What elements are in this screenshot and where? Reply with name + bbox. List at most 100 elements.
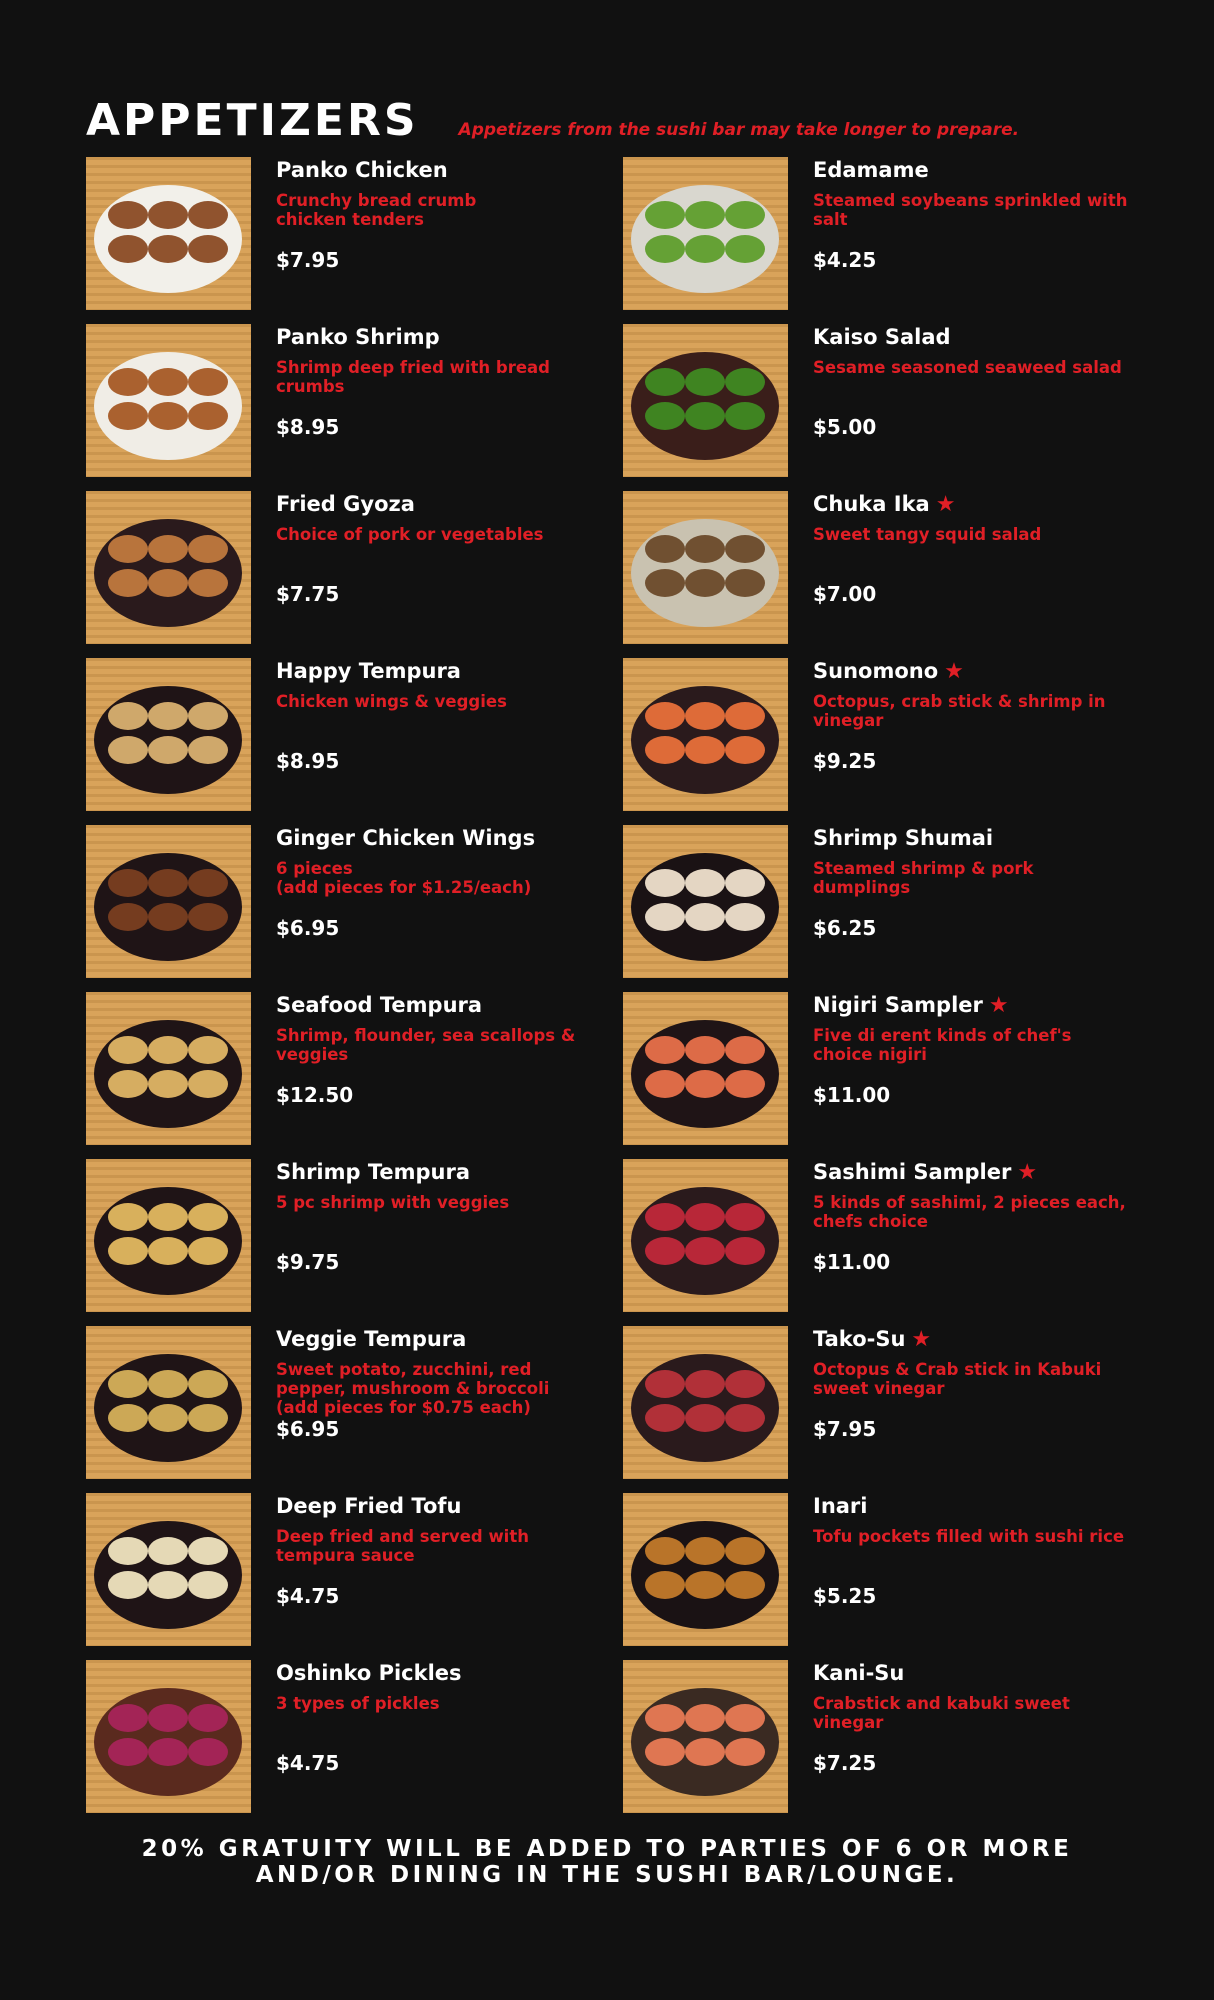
item-name: Ginger Chicken Wings	[276, 826, 535, 850]
menu-item: Deep Fried Tofu Deep fried and served wit…	[86, 1493, 623, 1660]
item-name-text: Oshinko Pickles	[276, 1661, 462, 1685]
veggie-tempura-photo	[86, 1326, 251, 1479]
menu-item: Chuka Ika ★ Sweet tangy squid salad $7.00	[623, 491, 1123, 658]
item-price: $11.00	[813, 1250, 891, 1274]
item-name: Sashimi Sampler ★	[813, 1160, 1037, 1185]
menu-item: Sunomono ★ Octopus, crab stick & shrimp in…	[623, 658, 1123, 825]
star-icon: ★	[988, 993, 1009, 1018]
item-name: Tako-Su ★	[813, 1327, 931, 1352]
item-name: Sunomono ★	[813, 659, 964, 684]
kaiso-salad-photo	[623, 324, 788, 477]
item-name: Chuka Ika ★	[813, 492, 955, 517]
item-price: $5.00	[813, 415, 877, 439]
item-description: Crunchy bread crumb chicken tenders	[276, 191, 477, 229]
menu-item: Ginger Chicken Wings 6 pieces (add pieces…	[86, 825, 623, 992]
page-title: APPETIZERS	[86, 95, 419, 146]
item-name-text: Shrimp Tempura	[276, 1160, 471, 1184]
item-price: $8.95	[276, 749, 340, 773]
item-price: $7.25	[813, 1751, 877, 1775]
menu-item: Nigiri Sampler ★ Five di erent kinds of ch…	[623, 992, 1123, 1159]
star-icon: ★	[944, 659, 964, 684]
star-icon: ★	[935, 492, 956, 517]
item-name-text: Sashimi Sampler	[813, 1160, 1012, 1184]
item-name-text: Veggie Tempura	[276, 1327, 467, 1351]
item-price: $7.00	[813, 582, 877, 606]
item-price: $11.00	[813, 1083, 891, 1107]
item-description: Shrimp deep fried with bread crumbs	[276, 358, 550, 396]
item-description: Shrimp, flounder, sea scallops & veggies	[276, 1026, 576, 1064]
page-subtitle: Appetizers from the sushi bar may take l…	[458, 120, 1020, 140]
item-description: Sesame seasoned seaweed salad	[813, 358, 1122, 377]
deep-fried-tofu-photo	[86, 1493, 251, 1646]
item-name: Shrimp Shumai	[813, 826, 993, 850]
kani-su-photo	[623, 1660, 788, 1813]
item-name-text: Chuka Ika	[813, 492, 930, 516]
item-name-text: Happy Tempura	[276, 659, 461, 683]
sashimi-sampler-photo	[623, 1159, 788, 1312]
menu-item: Shrimp Shumai Steamed shrimp & pork dumpl…	[623, 825, 1123, 992]
item-description: Sweet tangy squid salad	[813, 525, 1042, 544]
tako-su-photo	[623, 1326, 788, 1479]
item-name: Happy Tempura	[276, 659, 461, 683]
item-description: Crabstick and kabuki sweet vinegar	[813, 1694, 1070, 1732]
ginger-chicken-wings-photo	[86, 825, 251, 978]
item-name: Kani-Su	[813, 1661, 904, 1685]
item-name: Veggie Tempura	[276, 1327, 466, 1351]
item-description: Steamed shrimp & pork dumplings	[813, 859, 1034, 897]
item-name-text: Kani-Su	[813, 1661, 905, 1685]
item-name: Seafood Tempura	[276, 993, 482, 1017]
item-price: $9.25	[813, 749, 877, 773]
menu-item: Sashimi Sampler ★ 5 kinds of sashimi, 2 pi…	[623, 1159, 1126, 1326]
item-description: Steamed soybeans sprinkled with salt	[813, 191, 1128, 229]
item-name-text: Seafood Tempura	[276, 993, 483, 1017]
item-price: $8.95	[276, 415, 340, 439]
item-name-text: Edamame	[813, 158, 929, 182]
sunomono-photo	[623, 658, 788, 811]
item-name-text: Kaiso Salad	[813, 325, 951, 349]
item-description: Octopus & Crab stick in Kabuki sweet vin…	[813, 1360, 1102, 1398]
item-price: $4.75	[276, 1751, 340, 1775]
item-price: $7.75	[276, 582, 340, 606]
item-price: $7.95	[813, 1417, 877, 1441]
star-icon: ★	[1017, 1160, 1038, 1185]
item-name-text: Deep Fried Tofu	[276, 1494, 462, 1518]
item-description: 5 kinds of sashimi, 2 pieces each, chefs…	[813, 1193, 1126, 1231]
menu-item: Shrimp Tempura 5 pc shrimp with veggies $9…	[86, 1159, 623, 1326]
chuka-ika-photo	[623, 491, 788, 644]
item-name-text: Fried Gyoza	[276, 492, 415, 516]
menu-item: Kani-Su Crabstick and kabuki sweet vinega…	[623, 1660, 1123, 1827]
item-description: 6 pieces (add pieces for $1.25/each)	[276, 859, 532, 897]
menu-item: Edamame Steamed soybeans sprinkled with s…	[623, 157, 1127, 324]
item-description: Octopus, crab stick & shrimp in vinegar	[813, 692, 1106, 730]
panko-shrimp-photo	[86, 324, 251, 477]
item-price: $6.95	[276, 916, 340, 940]
edamame-photo	[623, 157, 788, 310]
star-icon: ★	[911, 1327, 932, 1352]
gratuity-line-1: 20% GRATUITY WILL BE ADDED TO PARTIES OF…	[141, 1836, 1073, 1862]
menu-item: Oshinko Pickles 3 types of pickles $4.75	[86, 1660, 623, 1827]
item-name-text: Inari	[813, 1494, 868, 1518]
panko-chicken-photo	[86, 157, 251, 310]
menu-item: Kaiso Salad Sesame seasoned seaweed salad…	[623, 324, 1123, 491]
item-description: Choice of pork or vegetables	[276, 525, 544, 544]
item-price: $9.75	[276, 1250, 340, 1274]
menu-header: APPETIZERS Appetizers from the sushi bar…	[86, 95, 1019, 146]
oshinko-pickles-photo	[86, 1660, 251, 1813]
inari-photo	[623, 1493, 788, 1646]
menu-page: APPETIZERS Appetizers from the sushi bar…	[0, 0, 1214, 2000]
item-name: Panko Shrimp	[276, 325, 440, 349]
item-price: $6.95	[276, 1417, 340, 1441]
item-name-text: Panko Chicken	[276, 158, 448, 182]
item-name: Inari	[813, 1494, 868, 1518]
menu-item: Fried Gyoza Choice of pork or vegetables $…	[86, 491, 623, 658]
gratuity-line-2: AND/OR DINING IN THE SUSHI BAR/LOUNGE.	[255, 1862, 959, 1888]
item-name-text: Nigiri Sampler	[813, 993, 983, 1017]
item-price: $6.25	[813, 916, 877, 940]
item-description: 3 types of pickles	[276, 1694, 440, 1713]
item-description: Chicken wings & veggies	[276, 692, 507, 711]
shrimp-shumai-photo	[623, 825, 788, 978]
seafood-tempura-photo	[86, 992, 251, 1145]
gratuity-notice: 20% GRATUITY WILL BE ADDED TO PARTIES OF…	[0, 1836, 1214, 1888]
item-name: Edamame	[813, 158, 929, 182]
menu-item: Panko Chicken Crunchy bread crumb chicken…	[86, 157, 623, 324]
